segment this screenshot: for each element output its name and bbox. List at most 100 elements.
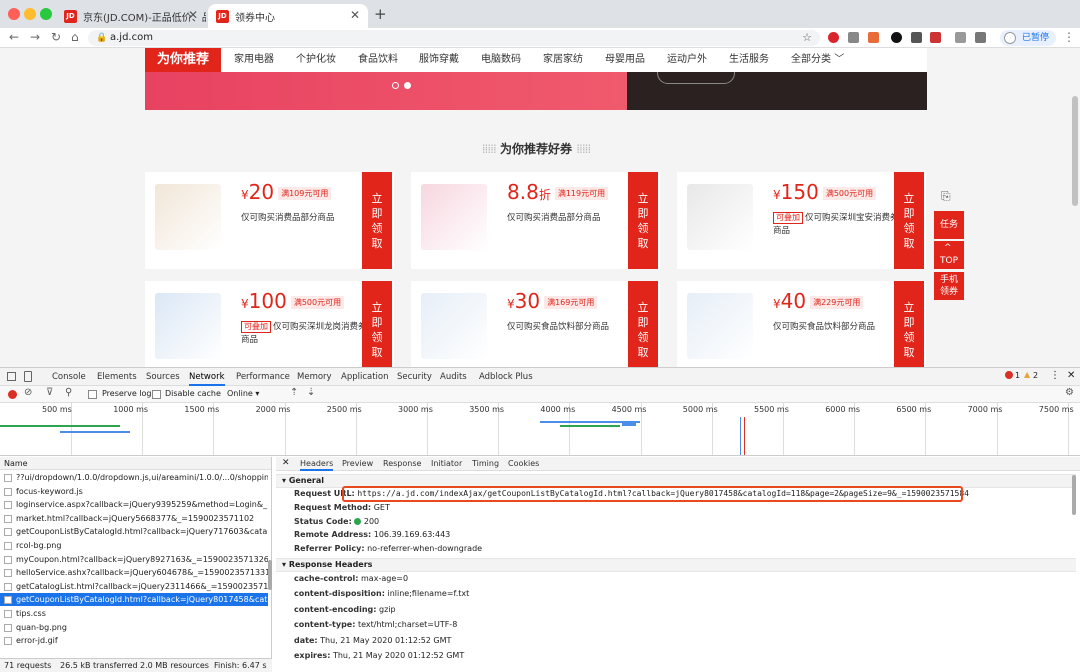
laundry-bottles-image[interactable] xyxy=(155,184,221,250)
carousel-dot[interactable] xyxy=(392,82,399,89)
recycle-extension-icon[interactable] xyxy=(848,32,859,43)
detail-tab-preview[interactable]: Preview xyxy=(342,457,373,471)
extension-icon[interactable] xyxy=(868,32,879,43)
back-to-top-button[interactable]: ^ TOP xyxy=(934,241,964,269)
reload-icon[interactable]: ↻ xyxy=(51,30,61,44)
header-value[interactable]: gzip xyxy=(379,605,396,614)
coupon-card[interactable]: ¥30 满169元可用 仅可购买食品饮料部分商品 立即领取 xyxy=(411,281,660,367)
extension-icon[interactable] xyxy=(911,32,922,43)
clear-icon[interactable]: ⊘ xyxy=(24,387,32,398)
detail-tab-timing[interactable]: Timing xyxy=(472,457,499,471)
devtools-tab-network[interactable]: Network xyxy=(189,368,225,386)
devtools-tab-elements[interactable]: Elements xyxy=(97,368,137,386)
warning-count[interactable]: 2 xyxy=(1033,371,1038,380)
claim-now-button[interactable]: 立即领取 xyxy=(362,172,392,269)
record-icon[interactable] xyxy=(8,390,17,399)
error-count[interactable]: 1 xyxy=(1015,371,1020,380)
claim-now-button[interactable]: 立即领取 xyxy=(628,172,658,269)
claim-now-button[interactable]: 立即领取 xyxy=(362,281,392,367)
extension-icon[interactable] xyxy=(891,32,902,43)
detail-tab-cookies[interactable]: Cookies xyxy=(508,457,539,471)
request-row[interactable]: rcol-bg.png xyxy=(0,539,268,552)
request-row[interactable]: error-jd.gif xyxy=(0,634,268,647)
milk-box-image[interactable] xyxy=(421,293,487,359)
browser-tab-jd-home[interactable]: JD 京东(JD.COM)-正品低价、品质 ✕ xyxy=(56,4,206,28)
close-tab-icon[interactable]: ✕ xyxy=(188,8,198,22)
close-window-button[interactable] xyxy=(8,8,20,20)
electric-fan-image[interactable] xyxy=(687,184,753,250)
request-row[interactable]: myCoupon.html?callback=jQuery8927163&_=1… xyxy=(0,553,268,566)
request-row[interactable]: focus-keyword.js xyxy=(0,485,268,498)
throttle-select[interactable]: Online ▾ xyxy=(227,389,259,398)
detail-tab-initiator[interactable]: Initiator xyxy=(431,457,462,471)
carousel-dot-active[interactable] xyxy=(404,82,411,89)
search-icon[interactable]: ⚲ xyxy=(65,387,72,398)
abp-extension-icon[interactable] xyxy=(828,32,839,43)
request-row[interactable]: getCouponListByCatalogId.html?callback=j… xyxy=(0,525,268,538)
coupon-card[interactable]: ¥100 满500元可用 可叠加 仅可购买深圳龙岗消费券补贴商品立即领取 xyxy=(145,281,394,367)
task-side-button[interactable]: 任务 xyxy=(934,211,964,239)
devtools-tab-adblock-plus[interactable]: Adblock Plus xyxy=(479,368,533,386)
devtools-tab-performance[interactable]: Performance xyxy=(236,368,290,386)
home-icon[interactable]: ⌂ xyxy=(71,30,79,44)
close-detail-icon[interactable]: ✕ xyxy=(282,458,290,468)
header-value[interactable]: inline;filename=f.txt xyxy=(387,589,469,598)
filter-icon[interactable]: ⊽ xyxy=(46,387,53,398)
device-toolbar-icon[interactable] xyxy=(24,371,32,382)
header-value[interactable]: Thu, 21 May 2020 01:12:52 GMT xyxy=(320,636,451,645)
maximize-window-button[interactable] xyxy=(40,8,52,20)
request-row[interactable]: tips.css xyxy=(0,607,268,620)
usb-cable-image[interactable] xyxy=(155,293,221,359)
details-scrollbar[interactable] xyxy=(1072,475,1076,515)
header-value[interactable]: no-referrer-when-downgrade xyxy=(367,544,482,553)
minimize-window-button[interactable] xyxy=(24,8,36,20)
header-value[interactable]: GET xyxy=(374,503,390,512)
extension-icon[interactable] xyxy=(930,32,941,43)
browser-tab-coupon-center[interactable]: JD 领券中心 ✕ xyxy=(208,4,368,28)
category-tab[interactable]: 家居家纺 xyxy=(543,48,583,72)
request-list-scrollbar[interactable] xyxy=(268,560,272,590)
back-arrow-icon[interactable]: ← xyxy=(9,30,19,44)
category-tab[interactable]: 个护化妆 xyxy=(296,48,336,72)
category-tab[interactable]: 生活服务 xyxy=(729,48,769,72)
new-tab-button[interactable]: + xyxy=(374,5,387,23)
devtools-menu-icon[interactable]: ⋮ xyxy=(1050,370,1060,381)
category-recommended-tab[interactable]: 为你推荐 xyxy=(145,48,221,72)
detail-tab-headers[interactable]: Headers xyxy=(300,457,334,471)
devtools-tab-console[interactable]: Console xyxy=(52,368,86,386)
response-headers-section-header[interactable]: ▾ Response Headers xyxy=(276,558,1076,572)
request-row[interactable]: ??ui/dropdown/1.0.0/dropdown.js,ui/aream… xyxy=(0,471,268,484)
category-tab[interactable]: 服饰穿戴 xyxy=(419,48,459,72)
name-column-header[interactable]: Name xyxy=(0,457,271,470)
category-tab[interactable]: 家用电器 xyxy=(234,48,274,72)
category-tab[interactable]: 母婴用品 xyxy=(605,48,645,72)
coupon-card[interactable]: 8.8折 满119元可用 仅可购买消费品部分商品 立即领取 xyxy=(411,172,660,269)
header-value[interactable]: Thu, 21 May 2020 01:12:52 GMT xyxy=(333,651,464,660)
coupon-card[interactable]: ¥40 满229元可用 仅可购买食品饮料部分商品 立即领取 xyxy=(677,281,926,367)
mobile-coupon-button[interactable]: 手机 领券 xyxy=(934,272,964,300)
export-har-icon[interactable]: ⇣ xyxy=(307,387,315,398)
header-value[interactable]: 106.39.169.63:443 xyxy=(374,530,451,539)
close-tab-icon[interactable]: ✕ xyxy=(350,8,360,22)
request-row[interactable]: loginservice.aspx?callback=jQuery9395259… xyxy=(0,498,268,511)
request-row[interactable]: quan-bg.png xyxy=(0,621,268,634)
claim-now-button[interactable]: 立即领取 xyxy=(628,281,658,367)
network-overview-timeline[interactable]: 500 ms 1000 ms 1500 ms 2000 ms 2500 ms 3000 m… xyxy=(0,403,1080,456)
bookmark-star-icon[interactable]: ☆ xyxy=(802,30,812,46)
profile-paused-button[interactable]: 已暂停 xyxy=(1000,30,1056,46)
dove-bodywash-image[interactable] xyxy=(421,184,487,250)
header-value[interactable]: text/html;charset=UTF-8 xyxy=(358,620,457,629)
milk-box-image[interactable] xyxy=(687,293,753,359)
close-devtools-icon[interactable]: ✕ xyxy=(1067,370,1075,381)
extension-icon[interactable] xyxy=(955,32,966,43)
devtools-tab-security[interactable]: Security xyxy=(397,368,432,386)
request-row[interactable]: market.html?callback=jQuery5668377&_=159… xyxy=(0,512,268,525)
devtools-tab-application[interactable]: Application xyxy=(341,368,389,386)
header-value[interactable]: 200 xyxy=(364,517,379,526)
devtools-tab-sources[interactable]: Sources xyxy=(146,368,180,386)
import-har-icon[interactable]: ⇡ xyxy=(290,387,298,398)
preserve-log-checkbox[interactable] xyxy=(88,390,97,399)
claim-now-button[interactable]: 立即领取 xyxy=(894,281,924,367)
request-row[interactable]: getCatalogList.html?callback=jQuery23114… xyxy=(0,580,268,593)
coupon-card[interactable]: ¥150 满500元可用 可叠加 仅可购买深圳宝安消费券补贴商品立即领取 xyxy=(677,172,926,269)
